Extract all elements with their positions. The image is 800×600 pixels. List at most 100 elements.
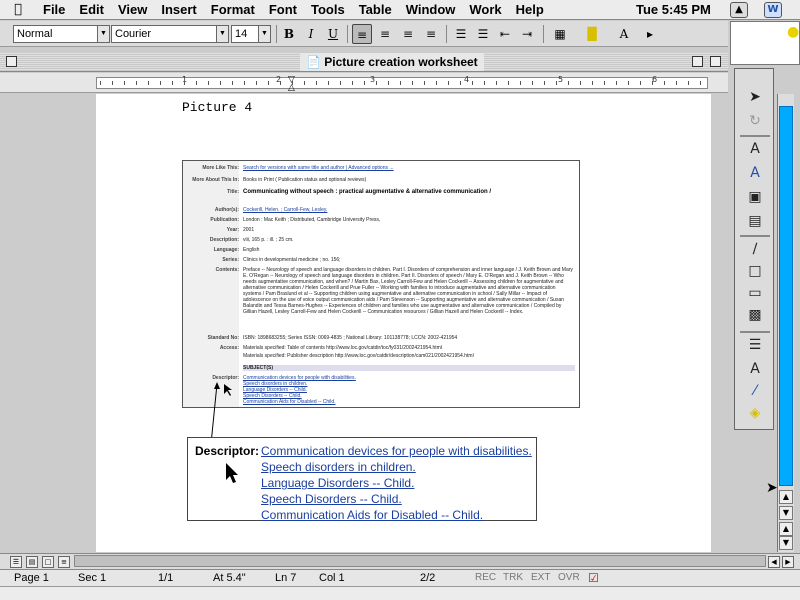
ruler-tick <box>520 81 521 85</box>
style-dropdown[interactable]: Normal ▼ <box>13 25 110 43</box>
online-layout-icon[interactable]: ▤ <box>26 556 38 568</box>
record-field-value: Materials specified: Publisher descripti… <box>243 353 474 359</box>
descriptor-link-small[interactable]: Communication Aids for Disabled -- Child… <box>243 399 575 405</box>
menu-format[interactable]: Format <box>204 0 262 20</box>
shapes-icon[interactable]: ▭ <box>743 283 767 303</box>
scroll-down-icon[interactable]: ▼ <box>779 506 793 520</box>
italic-button[interactable]: I <box>301 24 321 44</box>
align-left-button[interactable]: ≡ <box>352 24 372 44</box>
ruler-tick <box>340 81 341 85</box>
word-app-icon[interactable]: W <box>764 2 782 18</box>
record-field-value[interactable]: Search for versions with same title and … <box>243 165 575 171</box>
ruler-tick <box>328 81 329 85</box>
document-heading: Picture 4 <box>182 100 253 115</box>
select-arrow-icon[interactable]: ➤ <box>743 87 767 107</box>
align-center-button[interactable]: ≡ <box>375 24 395 44</box>
status-rec[interactable]: REC <box>475 572 496 583</box>
app-switcher-icon[interactable]: ▲ <box>730 2 748 18</box>
menu-table[interactable]: Table <box>352 0 399 20</box>
spelling-status-icon[interactable]: ☑ <box>588 571 599 585</box>
window-title-bar[interactable]: 📄 Picture creation worksheet <box>0 53 728 72</box>
bold-button[interactable]: B <box>279 24 299 44</box>
descriptor-link[interactable]: Communication Aids for Disabled -- Child… <box>261 508 483 522</box>
menu-view[interactable]: View <box>111 0 154 20</box>
status-trk[interactable]: TRK <box>503 572 523 583</box>
menu-edit[interactable]: Edit <box>72 0 111 20</box>
descriptor-link[interactable]: Language Disorders -- Child. <box>261 476 414 490</box>
menu-file[interactable]: File <box>36 0 72 20</box>
record-field-value[interactable]: Cockerill, Helen. ; Carroll-Few, Lesley. <box>243 207 575 213</box>
zoom-box-icon[interactable] <box>692 56 703 67</box>
menu-font[interactable]: Font <box>262 0 304 20</box>
line-style-icon[interactable]: ☰ <box>743 335 767 355</box>
arrange-icon[interactable]: ▩ <box>743 305 767 325</box>
menu-work[interactable]: Work <box>462 0 508 20</box>
highlight-icon[interactable]: █ <box>582 24 602 44</box>
office-assistant[interactable]: ● <box>730 21 800 65</box>
font-dropdown[interactable]: Courier ▼ <box>111 25 229 43</box>
menu-insert[interactable]: Insert <box>154 0 203 20</box>
collapse-box-icon[interactable] <box>710 56 721 67</box>
align-right-button[interactable]: ≡ <box>398 24 418 44</box>
ruler-tick <box>160 81 161 85</box>
status-word-count: 2/2 <box>420 572 436 584</box>
image-icon[interactable]: ▤ <box>743 211 767 231</box>
borders-icon[interactable]: ▦ <box>550 24 570 44</box>
underline-button[interactable]: U <box>323 24 343 44</box>
text-tool-icon[interactable]: A <box>743 139 767 159</box>
scroll-thumb[interactable] <box>779 106 793 486</box>
ruler-tick <box>664 81 665 85</box>
record-field-value: Materials specified: Table of contents h… <box>243 345 442 351</box>
horizontal-ruler[interactable]: 1 2 3 4 5 6 ▽ △ <box>0 73 728 93</box>
font-size-dropdown[interactable]: 14 ▼ <box>231 25 271 43</box>
record-field-label: Series: <box>222 257 239 263</box>
close-box-icon[interactable] <box>6 56 17 67</box>
record-field-value: Clinics in developmental medicine ; no. … <box>243 257 341 263</box>
line-tool-icon[interactable]: ∕ <box>743 239 767 259</box>
increase-indent-button[interactable]: ⇥ <box>517 24 537 44</box>
scroll-left-icon[interactable]: ◀ <box>768 556 780 568</box>
justify-button[interactable]: ≡ <box>421 24 441 44</box>
wordart-icon[interactable]: A <box>743 163 767 183</box>
menu-window[interactable]: Window <box>399 0 463 20</box>
text-color-icon[interactable]: A <box>743 359 767 379</box>
ruler-tick <box>448 81 449 85</box>
rotate-icon[interactable]: ↻ <box>743 111 767 131</box>
window-title: 📄 Picture creation worksheet <box>300 53 484 71</box>
outline-view-icon[interactable]: ≡ <box>58 556 70 568</box>
horizontal-scrollbar[interactable] <box>74 555 766 567</box>
bulleted-list-button[interactable]: ☰ <box>473 24 493 44</box>
descriptor-link[interactable]: Speech Disorders -- Child. <box>261 492 402 506</box>
status-page: Page 1 <box>14 572 49 584</box>
font-color-icon[interactable]: A <box>614 24 634 44</box>
decrease-indent-button[interactable]: ⇤ <box>495 24 515 44</box>
menu-tools[interactable]: Tools <box>304 0 352 20</box>
descriptor-link[interactable]: Communication devices for people with di… <box>261 444 532 458</box>
numbered-list-button[interactable]: ☰ <box>451 24 471 44</box>
apple-menu-icon[interactable]:  <box>0 2 36 17</box>
vertical-scrollbar[interactable]: ▲ ▼ ▲ ▼ <box>777 94 794 552</box>
status-ovr[interactable]: OVR <box>558 572 580 583</box>
status-ext[interactable]: EXT <box>531 572 550 583</box>
record-field-value: Communicating without speech : practical… <box>243 189 492 195</box>
scroll-up-icon[interactable]: ▲ <box>779 490 793 504</box>
toolbar-overflow-icon[interactable]: ▸ <box>640 24 660 44</box>
scroll-right-icon[interactable]: ▶ <box>782 556 794 568</box>
ruler-tick <box>472 81 473 85</box>
page-layout-icon[interactable]: □ <box>42 556 54 568</box>
fill-color-icon[interactable]: ◈ <box>743 403 767 423</box>
rectangle-tool-icon[interactable]: □ <box>743 261 767 281</box>
descriptor-link[interactable]: Speech disorders in children. <box>261 460 416 474</box>
normal-view-icon[interactable]: ☰ <box>10 556 22 568</box>
drawing-palette: ➤ ↻ A A ▣ ▤ ∕ □ ▭ ▩ ☰ A ⁄ ◈ <box>734 68 774 430</box>
menubar-clock[interactable]: Tue 5:45 PM <box>636 0 711 20</box>
record-field-label: Description: <box>209 237 239 243</box>
menu-help[interactable]: Help <box>509 0 551 20</box>
next-page-icon[interactable]: ▼ <box>779 536 793 550</box>
toolbar-divider <box>347 25 348 43</box>
previous-page-icon[interactable]: ▲ <box>779 522 793 536</box>
picture-icon[interactable]: ▣ <box>743 187 767 207</box>
record-field-label: Language: <box>213 247 239 253</box>
ruler-tick <box>376 81 377 85</box>
line-color-icon[interactable]: ⁄ <box>743 381 767 401</box>
